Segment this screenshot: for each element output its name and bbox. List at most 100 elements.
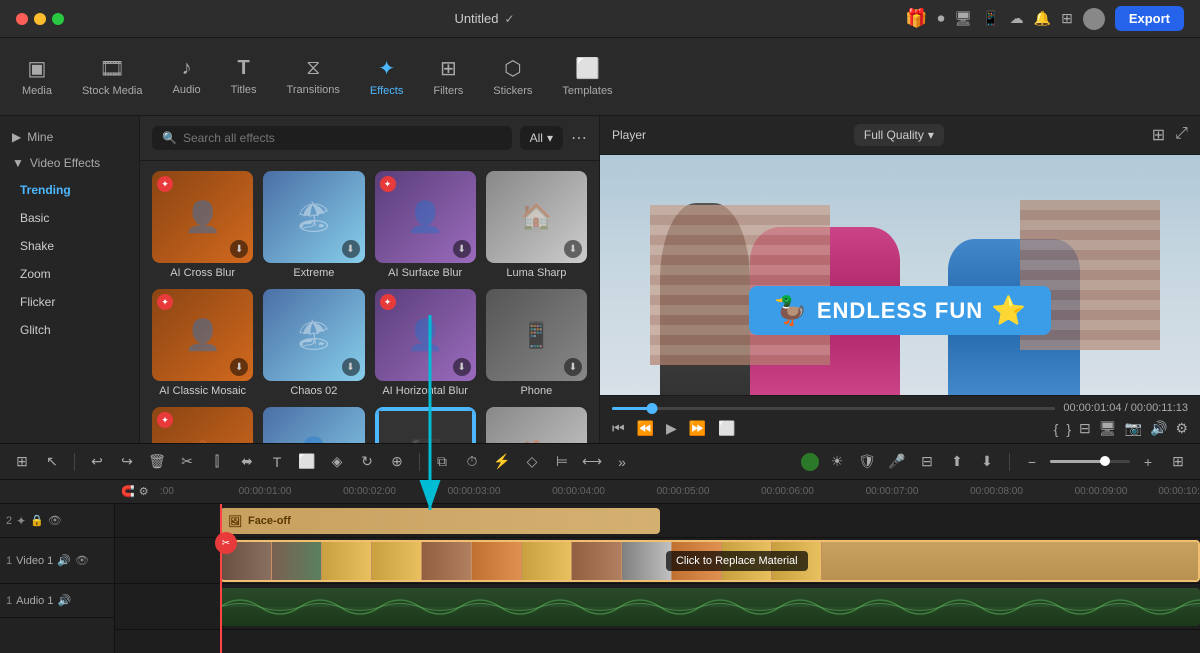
track-audio-vol-icon[interactable]: 🔊 [57,594,71,607]
layout-icon[interactable]: ⊟ [1079,420,1091,437]
gift-icon[interactable]: 🎁 [905,8,927,29]
sidebar-item-zoom[interactable]: Zoom [4,260,135,288]
step-back-icon[interactable]: ⏪ [637,420,654,437]
tl-layout-icon[interactable]: ⊞ [1166,450,1190,474]
tl-cut-icon[interactable]: ✂ [175,450,199,474]
toolbar-transitions[interactable]: ⧖ Transitions [273,49,354,104]
monitor2-icon[interactable]: 🖥 [1099,420,1117,437]
camera-icon[interactable]: 📷 [1125,420,1142,437]
phone-icon[interactable]: 📱 [982,10,999,27]
sidebar-video-effects-header[interactable]: ▼ Video Effects [0,150,139,176]
video-clip[interactable]: Click to Replace Material [220,540,1200,582]
track-vis-icon[interactable]: 👁 [75,554,89,567]
track-visible-icon[interactable]: 👁 [48,514,62,527]
effect-faceoff[interactable]: ⬛ ⬇ Face-off [375,407,476,443]
progress-thumb[interactable] [646,403,657,414]
volume-icon[interactable]: 🔊 [1150,420,1167,437]
effect-updown1[interactable]: 🏠 ⬇ Up-Down 1 [486,407,587,443]
tl-import-icon[interactable]: ⬇ [975,450,999,474]
effect-ai-surface-blur[interactable]: 👤 ✦ ⬇ AI Surface Blur [375,171,476,279]
toolbar-templates[interactable]: ⬜ Templates [548,48,626,105]
tl-expand-icon[interactable]: ⟷ [580,450,604,474]
tl-plus-icon[interactable]: ⊕ [385,450,409,474]
record-icon[interactable]: ⏺ [937,10,944,27]
toolbar-media[interactable]: ▣ Media [8,48,66,105]
tl-sliders-icon[interactable]: ⊨ [550,450,574,474]
tl-keyframe-icon[interactable]: ◇ [520,450,544,474]
zoom-track[interactable] [1050,460,1130,463]
tl-mask-icon[interactable]: ◈ [325,450,349,474]
bracket-left-icon[interactable]: { [1054,421,1059,437]
tl-redo-icon[interactable]: ↪ [115,450,139,474]
toolbar-audio[interactable]: ♪ Audio [159,49,215,104]
sidebar-item-glitch[interactable]: Glitch [4,316,135,344]
tl-more-icon[interactable]: » [610,450,634,474]
toolbar-stickers[interactable]: ⬡ Stickers [479,48,546,105]
sidebar-item-shake[interactable]: Shake [4,232,135,260]
progress-track[interactable] [612,407,1055,410]
effect-phone[interactable]: 📱 ⬇ Phone [486,289,587,397]
sidebar-item-flicker[interactable]: Flicker [4,288,135,316]
replace-material-button[interactable]: Click to Replace Material [666,551,808,571]
step-forward-icon[interactable]: ⏩ [689,420,706,437]
grid-view-icon[interactable]: ⊞ [1152,125,1165,145]
toolbar-stock[interactable]: 🎞 Stock Media [68,48,157,105]
tl-box-icon[interactable]: ⬜ [295,450,319,474]
tl-settings2-icon[interactable]: ⚙ [139,485,149,498]
sidebar-item-basic[interactable]: Basic [4,204,135,232]
track-vol-icon[interactable]: 🔊 [57,554,71,567]
effect-motion-blur[interactable]: 👤 Motion Blur [263,407,364,443]
minimize-button[interactable] [34,13,46,25]
effect-extreme[interactable]: 🏖 ⬇ Extreme [263,171,364,279]
settings-icon[interactable]: ⚙ [1175,420,1188,437]
tl-sun-icon[interactable]: ☀ [825,450,849,474]
effect-clip-faceoff[interactable]: 🖼 Face-off [220,508,660,534]
tl-speed-icon[interactable]: ⚡ [490,450,514,474]
track-lock-icon[interactable]: 🔒 [30,514,44,527]
rewind-icon[interactable]: ⏮ [612,420,625,437]
filter-all-button[interactable]: All ▾ [520,126,563,150]
effect-chaos-02[interactable]: 🏖 ⬇ Chaos 02 [263,289,364,397]
effect-ai-cross-blur[interactable]: 👤 ✦ ⬇ AI Cross Blur [152,171,253,279]
avatar-icon[interactable] [1083,8,1105,30]
bell-icon[interactable]: 🔔 [1034,10,1051,27]
close-button[interactable] [16,13,28,25]
quality-selector[interactable]: Full Quality ▾ [854,124,944,146]
effect-ai-classic-mosaic[interactable]: 👤 ✦ ⬇ AI Classic Mosaic [152,289,253,397]
tl-merge-icon[interactable]: ⬌ [235,450,259,474]
tl-export-icon[interactable]: ⬆ [945,450,969,474]
export-button[interactable]: Export [1115,6,1184,31]
tl-delete-icon[interactable]: 🗑 [145,450,169,474]
tl-undo-icon[interactable]: ↩ [85,450,109,474]
sidebar-item-trending[interactable]: Trending [4,176,135,204]
more-options-button[interactable]: ⋯ [571,128,587,148]
tl-timer-icon[interactable]: ⏱ [460,450,484,474]
tl-align-icon[interactable]: ⧉ [430,450,454,474]
bracket-right-icon[interactable]: } [1066,421,1071,437]
zoom-thumb[interactable] [1100,456,1110,466]
tl-cursor-icon[interactable]: ↖ [40,450,64,474]
fit-icon[interactable]: ⤢ [1175,125,1188,145]
tl-shield-icon[interactable]: 🛡 [855,450,879,474]
maximize-button[interactable] [52,13,64,25]
tl-grid-icon[interactable]: ⊞ [10,450,34,474]
tl-rotate-icon[interactable]: ↻ [355,450,379,474]
tl-text-icon[interactable]: T [265,450,289,474]
tl-zoom-in[interactable]: + [1136,450,1160,474]
tl-zoom-out[interactable]: − [1020,450,1044,474]
toolbar-filters[interactable]: ⊞ Filters [419,48,477,105]
tl-track-icon[interactable]: ⊟ [915,450,939,474]
monitor-icon[interactable]: 🖥 [954,10,972,27]
effect-updown2[interactable]: 🏠 ✦ Up-Down 2 [152,407,253,443]
effect-luma-sharp[interactable]: 🏠 ⬇ Luma Sharp [486,171,587,279]
search-input[interactable] [183,131,502,145]
effect-ai-horiz-blur[interactable]: 👤 ✦ ⬇ AI Horizontal Blur [375,289,476,397]
tl-split-icon[interactable]: ⫿ [205,450,229,474]
crop-icon[interactable]: ⬜ [718,420,735,437]
grid-icon[interactable]: ⊞ [1061,10,1073,27]
sidebar-mine-header[interactable]: ▶ Mine [0,124,139,150]
play-button[interactable]: ▶ [666,420,677,437]
toolbar-titles[interactable]: T Titles [217,49,271,104]
toolbar-effects[interactable]: ✦ Effects [356,48,417,105]
tl-snap-icon[interactable]: 🧲 [121,485,135,498]
